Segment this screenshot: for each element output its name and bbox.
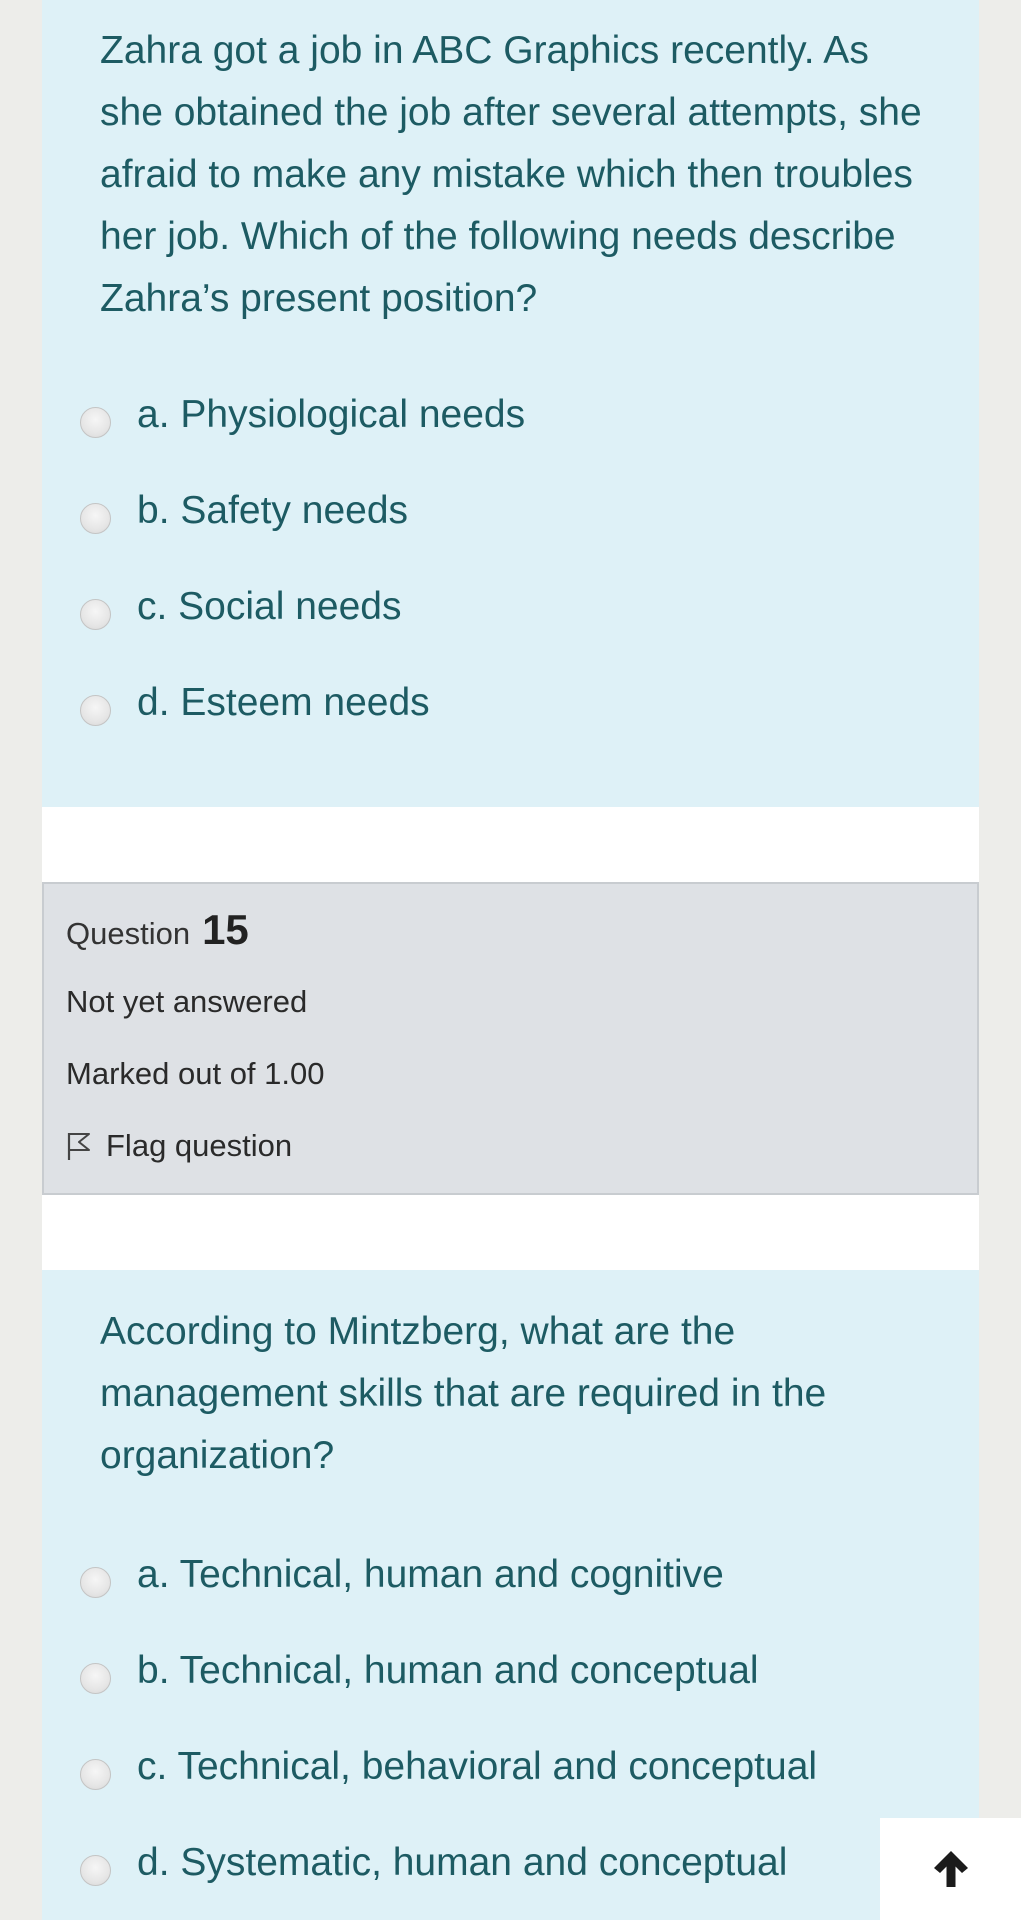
radio-button[interactable] (80, 1566, 111, 1598)
answer-label[interactable]: c. Social needs (137, 585, 402, 629)
radio-button[interactable] (80, 694, 111, 726)
question-number: Question 15 (66, 906, 249, 954)
answer-option-b[interactable]: b. Technical, human and conceptual (80, 1641, 759, 1701)
radio-button[interactable] (80, 1758, 111, 1790)
flag-question-label[interactable]: Flag question (106, 1128, 292, 1164)
answer-option-b[interactable]: b. Safety needs (80, 481, 408, 541)
answer-label[interactable]: c. Technical, behavioral and conceptual (137, 1745, 817, 1789)
question-word: Question (66, 916, 191, 951)
question-number-value: 15 (202, 906, 249, 953)
divider (42, 807, 979, 882)
arrow-up-icon[interactable] (931, 1848, 971, 1890)
question-text: Zahra got a job in ABC Graphics recently… (100, 29, 922, 320)
quiz-page: Zahra got a job in ABC Graphics recently… (0, 0, 1021, 1920)
answer-option-d[interactable]: d. Systematic, human and conceptual (80, 1833, 787, 1893)
answer-option-a[interactable]: a. Physiological needs (80, 385, 525, 445)
answer-label[interactable]: a. Technical, human and cognitive (137, 1553, 724, 1597)
radio-button[interactable] (80, 1854, 111, 1886)
radio-button[interactable] (80, 502, 111, 534)
radio-button[interactable] (80, 598, 111, 630)
answer-option-a[interactable]: a. Technical, human and cognitive (80, 1545, 724, 1605)
question-state: Not yet answered (66, 984, 308, 1019)
question-grade: Marked out of 1.00 (66, 1056, 325, 1091)
answer-option-c[interactable]: c. Technical, behavioral and conceptual (80, 1737, 817, 1797)
radio-button[interactable] (80, 1662, 111, 1694)
answer-option-c[interactable]: c. Social needs (80, 577, 402, 637)
flag-question-link[interactable]: Flag question (66, 1128, 292, 1164)
question-text: According to Mintzberg, what are the man… (100, 1310, 827, 1477)
answer-label[interactable]: a. Physiological needs (137, 393, 525, 437)
answer-label[interactable]: b. Technical, human and conceptual (137, 1649, 759, 1693)
divider (42, 1195, 979, 1270)
answer-label[interactable]: d. Systematic, human and conceptual (137, 1841, 787, 1885)
radio-button[interactable] (80, 406, 111, 438)
answer-label[interactable]: d. Esteem needs (137, 681, 430, 725)
answer-label[interactable]: b. Safety needs (137, 489, 408, 533)
flag-icon[interactable] (66, 1131, 92, 1161)
answer-option-d[interactable]: d. Esteem needs (80, 673, 430, 733)
scroll-to-top-button[interactable] (880, 1818, 1021, 1920)
question-info-panel: Question 15 Not yet answered Marked out … (42, 882, 979, 1195)
